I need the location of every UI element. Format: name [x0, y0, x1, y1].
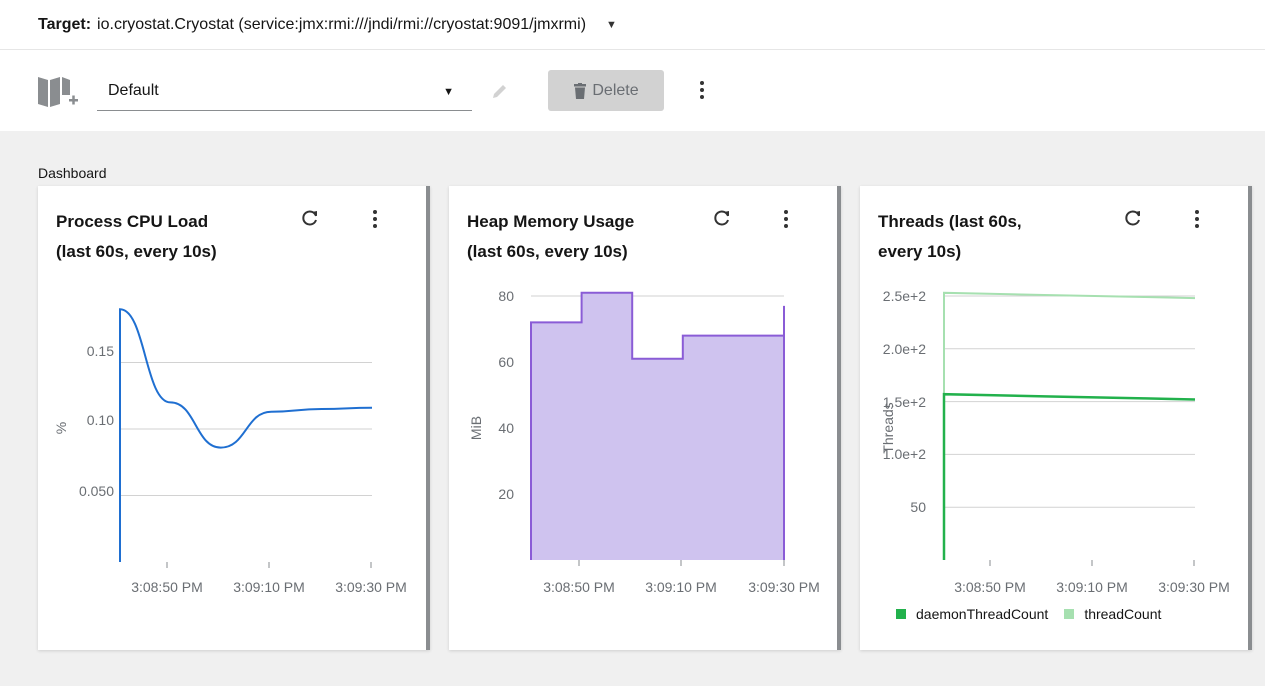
x-tick-label: 3:08:50 PM — [954, 579, 1026, 595]
target-label: Target: — [38, 15, 92, 33]
dashboard-title: Dashboard — [38, 165, 107, 181]
card-title: Process CPU Load (last 60s, every 10s) — [56, 207, 286, 267]
legend-swatch — [896, 609, 906, 619]
target-value[interactable]: io.cryostat.Cryostat (service:jmx:rmi://… — [97, 16, 586, 34]
layout-select[interactable]: Default ▼ — [97, 71, 472, 111]
card-kebab-icon[interactable] — [370, 210, 380, 232]
refresh-icon[interactable] — [1123, 208, 1143, 228]
y-tick-label: 0.15 — [87, 343, 114, 359]
card-title-line: Heap Memory Usage — [467, 212, 635, 231]
dashboard-area: Dashboard 0.15 0.10 0.050 % 3:08:50 PM 3… — [0, 131, 1265, 686]
x-tick-label: 3:08:50 PM — [543, 579, 615, 595]
legend-item[interactable]: threadCount — [1064, 606, 1161, 622]
y-tick-label: 40 — [498, 420, 514, 436]
target-dropdown-icon[interactable]: ▼ — [606, 19, 617, 31]
chevron-down-icon: ▼ — [443, 86, 454, 98]
y-tick-label: 20 — [498, 486, 514, 502]
daemon-thread-count-line — [942, 392, 1196, 560]
refresh-icon[interactable] — [300, 208, 320, 228]
x-tick-label: 3:09:30 PM — [748, 579, 820, 595]
card-title-line: (last 60s, every 10s) — [467, 242, 628, 261]
threads-card: 2.5e+2 2.0e+2 1.5e+2 1.0e+2 50 Threads 3… — [860, 186, 1252, 650]
card-title: Heap Memory Usage (last 60s, every 10s) — [467, 207, 697, 267]
card-title-line: Process CPU Load — [56, 212, 209, 231]
card-title: Threads (last 60s, every 10s) — [878, 207, 1108, 267]
legend-label: threadCount — [1084, 606, 1162, 622]
y-axis-label: MiB — [468, 416, 484, 440]
y-axis-label: % — [53, 422, 69, 434]
add-layout-icon[interactable] — [36, 73, 80, 111]
card-title-line: (last 60s, every 10s) — [56, 242, 217, 261]
layout-select-value: Default — [108, 81, 159, 99]
cpu-load-card: 0.15 0.10 0.050 % 3:08:50 PM 3:09:10 PM … — [38, 186, 430, 650]
target-bar: Target: io.cryostat.Cryostat (service:jm… — [0, 0, 1265, 50]
trash-icon — [574, 82, 587, 99]
y-axis-label: Threads — [880, 402, 896, 453]
card-title-line: Threads (last 60s, — [878, 212, 1022, 231]
heap-series-area — [531, 292, 784, 560]
x-tick-label: 3:09:30 PM — [335, 579, 407, 595]
y-tick-label: 0.050 — [79, 483, 114, 499]
card-kebab-icon[interactable] — [781, 210, 791, 232]
y-tick-label: 2.5e+2 — [883, 288, 926, 304]
thread-count-line — [943, 291, 1196, 560]
x-tick-label: 3:09:30 PM — [1158, 579, 1230, 595]
heap-memory-card: 80 60 40 20 MiB 3:08:50 PM 3:09:10 PM 3:… — [449, 186, 841, 650]
delete-button-label: Delete — [592, 81, 639, 99]
y-tick-label: 2.0e+2 — [883, 341, 926, 357]
x-tick-label: 3:09:10 PM — [645, 579, 717, 595]
layout-toolbar: Default ▼ Delete — [0, 51, 1265, 131]
y-tick-label: 50 — [910, 499, 926, 515]
threads-legend: daemonThreadCount threadCount — [896, 606, 1177, 622]
x-tick-label: 3:09:10 PM — [233, 579, 305, 595]
refresh-icon[interactable] — [712, 208, 732, 228]
pencil-icon[interactable] — [490, 81, 510, 101]
y-tick-label: 80 — [498, 288, 514, 304]
legend-swatch — [1064, 609, 1075, 619]
y-tick-label: 60 — [498, 354, 514, 370]
x-tick-label: 3:09:10 PM — [1056, 579, 1128, 595]
toolbar-kebab-icon[interactable] — [697, 81, 707, 103]
card-title-line: every 10s) — [878, 242, 962, 261]
cpu-series-line — [119, 308, 373, 562]
card-kebab-icon[interactable] — [1192, 210, 1202, 232]
legend-label: daemonThreadCount — [916, 606, 1049, 622]
legend-item[interactable]: daemonThreadCount — [896, 606, 1048, 622]
delete-button[interactable]: Delete — [548, 70, 664, 111]
x-tick-label: 3:08:50 PM — [131, 579, 203, 595]
y-tick-label: 0.10 — [87, 412, 114, 428]
